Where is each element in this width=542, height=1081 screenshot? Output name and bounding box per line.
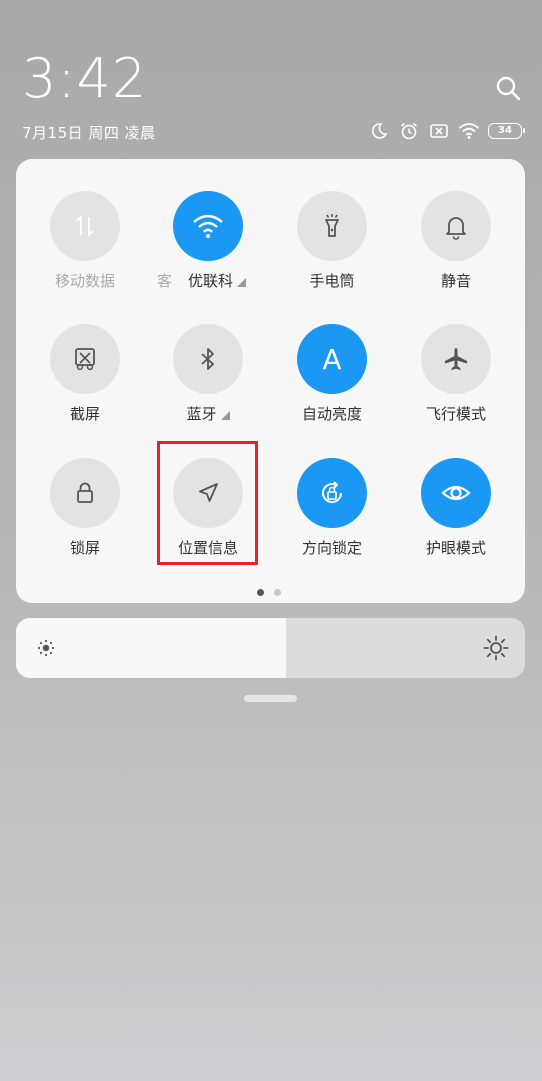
- bell-icon: [421, 191, 491, 261]
- lock-icon: [50, 458, 120, 528]
- tile-flashlight[interactable]: 手电筒: [277, 191, 387, 311]
- tile-label: 移动数据: [54, 271, 115, 290]
- drag-handle[interactable]: [244, 695, 297, 702]
- page-dot[interactable]: [274, 589, 281, 596]
- wifi-label-prefix: 客: [157, 271, 173, 290]
- rotation-lock-icon: [297, 458, 367, 528]
- tile-label: 锁屏: [69, 538, 100, 557]
- auto-brightness-icon: A: [297, 324, 367, 394]
- tile-bluetooth[interactable]: 蓝牙: [153, 324, 263, 444]
- tile-eye-care[interactable]: 护眼模式: [401, 458, 511, 578]
- tile-lock-screen[interactable]: 锁屏: [30, 458, 140, 578]
- tile-label: 方向锁定: [301, 538, 362, 557]
- bluetooth-icon: [173, 324, 243, 394]
- page-indicator: [257, 589, 281, 596]
- tile-label: 手电筒: [309, 271, 355, 290]
- sim-disabled-icon: [428, 120, 450, 142]
- wifi-icon: [173, 191, 243, 261]
- date-text: 7月15日 周四 凌晨: [22, 124, 156, 142]
- menu-triangle-icon[interactable]: [237, 277, 246, 287]
- moon-icon: [368, 120, 390, 142]
- tile-airplane-mode[interactable]: 飞行模式: [401, 324, 511, 444]
- tile-silent[interactable]: 静音: [401, 191, 511, 311]
- brightness-fill: [16, 618, 286, 678]
- menu-triangle-icon[interactable]: [220, 410, 230, 420]
- clock: 3:42: [22, 47, 148, 110]
- wifi-network-name: 优联科: [187, 271, 233, 290]
- flashlight-icon: [297, 191, 367, 261]
- highlight-box: [157, 441, 258, 565]
- tile-label: 蓝牙: [186, 403, 230, 423]
- brightness-low-icon: [36, 638, 56, 658]
- bluetooth-label: 蓝牙: [186, 404, 217, 423]
- tile-label: 截屏: [69, 404, 100, 423]
- tile-label: 自动亮度: [301, 404, 362, 423]
- brightness-high-icon: [483, 635, 509, 661]
- tile-label: 护眼模式: [425, 538, 486, 557]
- tile-label: 客 优联科: [153, 270, 263, 290]
- battery-icon: 34: [488, 123, 525, 139]
- screenshot-icon: [50, 324, 120, 394]
- tile-mobile-data[interactable]: 移动数据: [30, 191, 140, 311]
- tile-screenshot[interactable]: 截屏: [30, 324, 140, 444]
- status-icons: 34: [368, 120, 525, 142]
- tile-auto-brightness[interactable]: A 自动亮度: [277, 324, 387, 444]
- mobile-data-icon: [50, 191, 120, 261]
- tile-wifi[interactable]: 客 优联科: [153, 191, 263, 311]
- auto-brightness-glyph: A: [322, 342, 342, 376]
- eye-icon: [421, 458, 491, 528]
- airplane-icon: [421, 324, 491, 394]
- tile-rotation-lock[interactable]: 方向锁定: [277, 458, 387, 578]
- search-icon[interactable]: [494, 74, 522, 102]
- wifi-signal-icon: [458, 120, 480, 142]
- brightness-slider[interactable]: [16, 618, 525, 678]
- alarm-icon: [398, 120, 420, 142]
- tile-label: 飞行模式: [425, 404, 486, 423]
- tile-label: 静音: [440, 271, 471, 290]
- page-dot[interactable]: [257, 589, 264, 596]
- quick-settings-panel: 移动数据 客 优联科 手电筒 静音 截屏 蓝牙 A 自动亮度 飞行模式 锁屏 位…: [16, 159, 525, 603]
